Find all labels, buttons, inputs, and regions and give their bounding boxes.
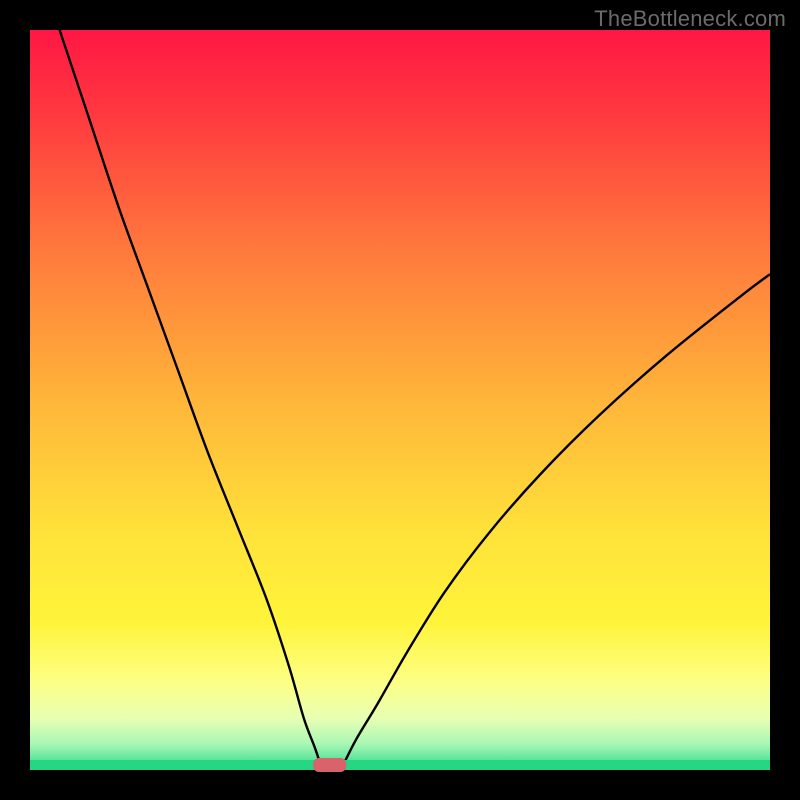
chart-frame: TheBottleneck.com (0, 0, 800, 800)
bottleneck-marker (313, 758, 346, 772)
plot-background (30, 30, 770, 770)
bottleneck-chart (0, 0, 800, 800)
watermark-text: TheBottleneck.com (594, 6, 786, 32)
baseline-green-strip (30, 760, 770, 770)
